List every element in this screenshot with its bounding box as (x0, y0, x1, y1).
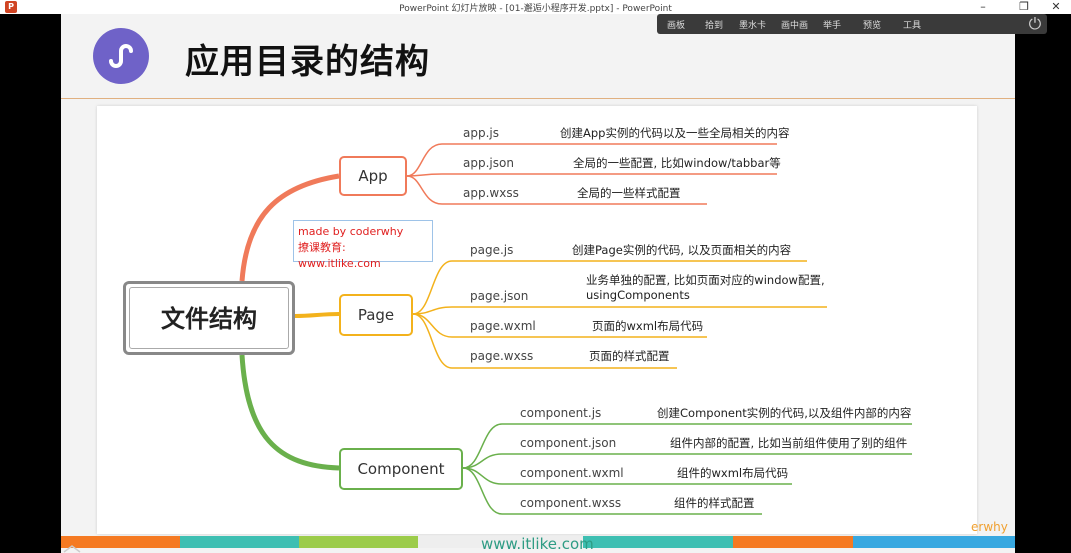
branch-component: Component (339, 448, 463, 490)
toolbar-item[interactable]: 预览 (863, 18, 881, 31)
minimize-button[interactable]: – (971, 0, 995, 14)
leaf-desc: 全局的一些样式配置 (577, 186, 681, 200)
restore-button[interactable]: ❐ (1012, 0, 1036, 14)
leaf-name: component.wxml (520, 466, 624, 480)
leaf-desc: 组件内部的配置, 比如当前组件使用了别的组件 (670, 436, 908, 450)
leaf-name: app.json (463, 156, 514, 170)
leaf-name: page.json (470, 289, 529, 303)
mini-program-logo (93, 28, 149, 84)
footer-stripe-segment (853, 536, 1015, 548)
pen-icon (63, 545, 81, 553)
leaf-name: component.wxss (520, 496, 622, 510)
leaf-desc: 组件的wxml布局代码 (677, 466, 789, 480)
watermark-line-2: 撩课教育: www.itlike.com (298, 241, 381, 270)
corner-watermark: erwhy (971, 520, 1008, 534)
slide: 应用目录的结构 文件结构 App Page Component app.js 创… (61, 14, 1015, 553)
slide-title: 应用目录的结构 (185, 42, 430, 82)
power-icon[interactable]: ⏻ (1025, 14, 1045, 34)
leaf-desc: 组件的样式配置 (674, 496, 755, 510)
toolbar-item[interactable]: 工具 (903, 18, 921, 31)
footer-stripe-segment (583, 536, 733, 548)
leaf-name: app.js (463, 126, 499, 140)
leaf-name: component.js (520, 406, 602, 420)
footer-url: www.itlike.com (481, 535, 594, 553)
mini-program-icon (109, 44, 133, 68)
toolbar-item[interactable]: 画板 (667, 18, 685, 31)
leaf-desc: 业务单独的配置, 比如页面对应的window配置, (586, 273, 825, 287)
leaf-desc: 创建Page实例的代码, 以及页面相关的内容 (572, 243, 792, 257)
leaf-name: app.wxss (463, 186, 519, 200)
leaf-name: page.wxml (470, 319, 536, 333)
footer-stripe-segment (299, 536, 418, 548)
leaf-desc: usingComponents (586, 288, 690, 302)
root-label: 文件结构 (129, 287, 289, 349)
watermark-box: made by coderwhy 撩课教育: www.itlike.com (293, 220, 433, 270)
footer-stripe-segment (733, 536, 853, 548)
footer-stripe-segment (180, 536, 299, 548)
window-titlebar: P PowerPoint 幻灯片放映 - [01-邂逅小程序开发.pptx] -… (0, 0, 1071, 14)
watermark-line-1: made by coderwhy (298, 225, 404, 238)
leaf-desc: 页面的wxml布局代码 (592, 319, 704, 333)
presenter-toolbar: 画板 拾到 墨水卡 画中画 举手 预览 工具 (657, 14, 1047, 34)
mindmap-panel: 文件结构 App Page Component app.js 创建App实例的代… (97, 106, 977, 534)
leaf-desc: 创建App实例的代码以及一些全局相关的内容 (560, 126, 790, 140)
window-title: PowerPoint 幻灯片放映 - [01-邂逅小程序开发.pptx] - P… (399, 4, 672, 14)
close-button[interactable]: ✕ (1044, 0, 1068, 14)
leaf-name: component.json (520, 436, 617, 450)
branch-app: App (339, 156, 407, 196)
leaf-name: page.js (470, 243, 514, 257)
leaf-desc: 创建Component实例的代码,以及组件内部的内容 (657, 406, 912, 420)
leaf-desc: 全局的一些配置, 比如window/tabbar等 (573, 156, 781, 170)
title-divider (61, 98, 1015, 99)
toolbar-item[interactable]: 画中画 (781, 18, 808, 31)
toolbar-item[interactable]: 拾到 (705, 18, 723, 31)
leaf-name: page.wxss (470, 349, 534, 363)
root-node: 文件结构 (123, 281, 295, 355)
branch-page: Page (339, 294, 413, 336)
leaf-desc: 页面的样式配置 (589, 349, 670, 363)
toolbar-item[interactable]: 墨水卡 (739, 18, 766, 31)
toolbar-item[interactable]: 举手 (823, 18, 841, 31)
